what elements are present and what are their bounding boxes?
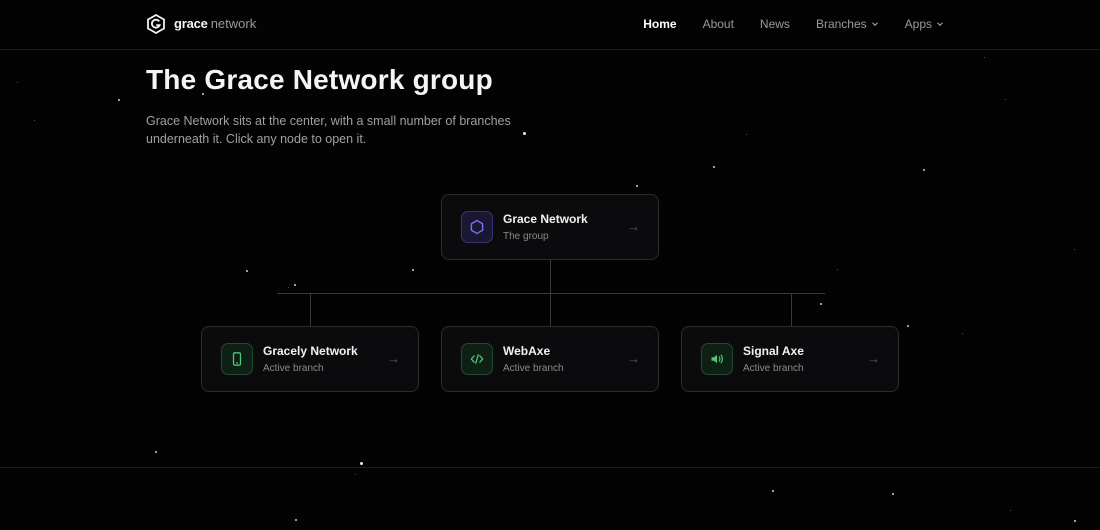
star bbox=[118, 99, 120, 101]
nav-news[interactable]: News bbox=[760, 17, 790, 31]
code-icon bbox=[461, 343, 493, 375]
star bbox=[746, 134, 747, 135]
node-title: Grace Network bbox=[503, 212, 588, 226]
star bbox=[288, 287, 289, 288]
node-grace-network[interactable]: Grace Network The group → bbox=[441, 194, 659, 260]
star bbox=[355, 474, 356, 475]
star bbox=[892, 493, 894, 495]
star bbox=[155, 451, 157, 453]
node-gracely-network[interactable]: Gracely Network Active branch → bbox=[201, 326, 419, 392]
tree-connector-root bbox=[550, 260, 551, 293]
star bbox=[1005, 99, 1006, 100]
chevron-down-icon bbox=[871, 22, 878, 27]
star bbox=[820, 303, 822, 305]
node-webaxe[interactable]: WebAxe Active branch → bbox=[441, 326, 659, 392]
star bbox=[1074, 520, 1076, 522]
phone-icon bbox=[221, 343, 253, 375]
star bbox=[246, 270, 248, 272]
tree-connector-branch bbox=[791, 293, 792, 327]
nav-about[interactable]: About bbox=[703, 17, 734, 31]
node-signal-axe[interactable]: Signal Axe Active branch → bbox=[681, 326, 899, 392]
brand[interactable]: grace network bbox=[146, 14, 256, 34]
nav-apps-label: Apps bbox=[904, 17, 932, 31]
footer-divider bbox=[0, 467, 1100, 468]
brand-suffix: network bbox=[210, 16, 257, 31]
tree-connector-branch bbox=[550, 293, 551, 327]
star bbox=[713, 166, 715, 168]
nav-branches-dropdown[interactable]: Branches bbox=[816, 17, 879, 31]
page-title: The Grace Network group bbox=[146, 64, 493, 95]
nav-branches-label: Branches bbox=[815, 17, 867, 31]
star bbox=[34, 120, 35, 121]
arrow-right-icon: → bbox=[627, 351, 640, 366]
nav-news-label: News bbox=[759, 17, 790, 31]
arrow-right-icon: → bbox=[627, 219, 640, 234]
node-subtitle: Active branch bbox=[263, 363, 324, 374]
star bbox=[984, 57, 985, 58]
tree-connector-branch bbox=[310, 293, 311, 327]
node-subtitle: Active branch bbox=[743, 363, 804, 374]
nav-apps-dropdown[interactable]: Apps bbox=[905, 17, 944, 31]
nav-home-label: Home bbox=[643, 17, 677, 31]
node-title: Gracely Network bbox=[263, 344, 358, 358]
arrow-right-icon: → bbox=[867, 351, 880, 366]
page-intro: Grace Network sits at the center, with a… bbox=[146, 114, 511, 146]
node-title: WebAxe bbox=[503, 344, 551, 358]
speaker-icon bbox=[701, 343, 733, 375]
star bbox=[412, 269, 414, 271]
main-nav: Home About News Branches Apps bbox=[643, 17, 944, 31]
star bbox=[907, 325, 909, 327]
nav-about-label: About bbox=[702, 17, 734, 31]
node-subtitle: The group bbox=[503, 231, 549, 242]
chevron-down-icon bbox=[937, 22, 943, 27]
star bbox=[1010, 510, 1011, 511]
node-subtitle: Active branch bbox=[503, 363, 564, 374]
node-title: Signal Axe bbox=[743, 344, 804, 358]
star bbox=[17, 82, 18, 83]
star bbox=[837, 269, 838, 270]
star bbox=[923, 169, 925, 171]
nav-home[interactable]: Home bbox=[643, 17, 676, 31]
tree-connector-horizontal bbox=[277, 293, 825, 294]
star bbox=[636, 185, 638, 187]
top-nav-bar: grace network Home About News Branches Ap… bbox=[0, 0, 1100, 50]
arrow-right-icon: → bbox=[387, 351, 400, 366]
star bbox=[360, 462, 363, 465]
star bbox=[962, 333, 963, 334]
star bbox=[295, 519, 297, 521]
brand-name: grace bbox=[174, 16, 208, 31]
hexagon-icon bbox=[461, 211, 493, 243]
star bbox=[1074, 249, 1075, 250]
grace-logo-icon bbox=[147, 14, 165, 34]
star bbox=[294, 284, 296, 286]
star bbox=[772, 490, 774, 492]
